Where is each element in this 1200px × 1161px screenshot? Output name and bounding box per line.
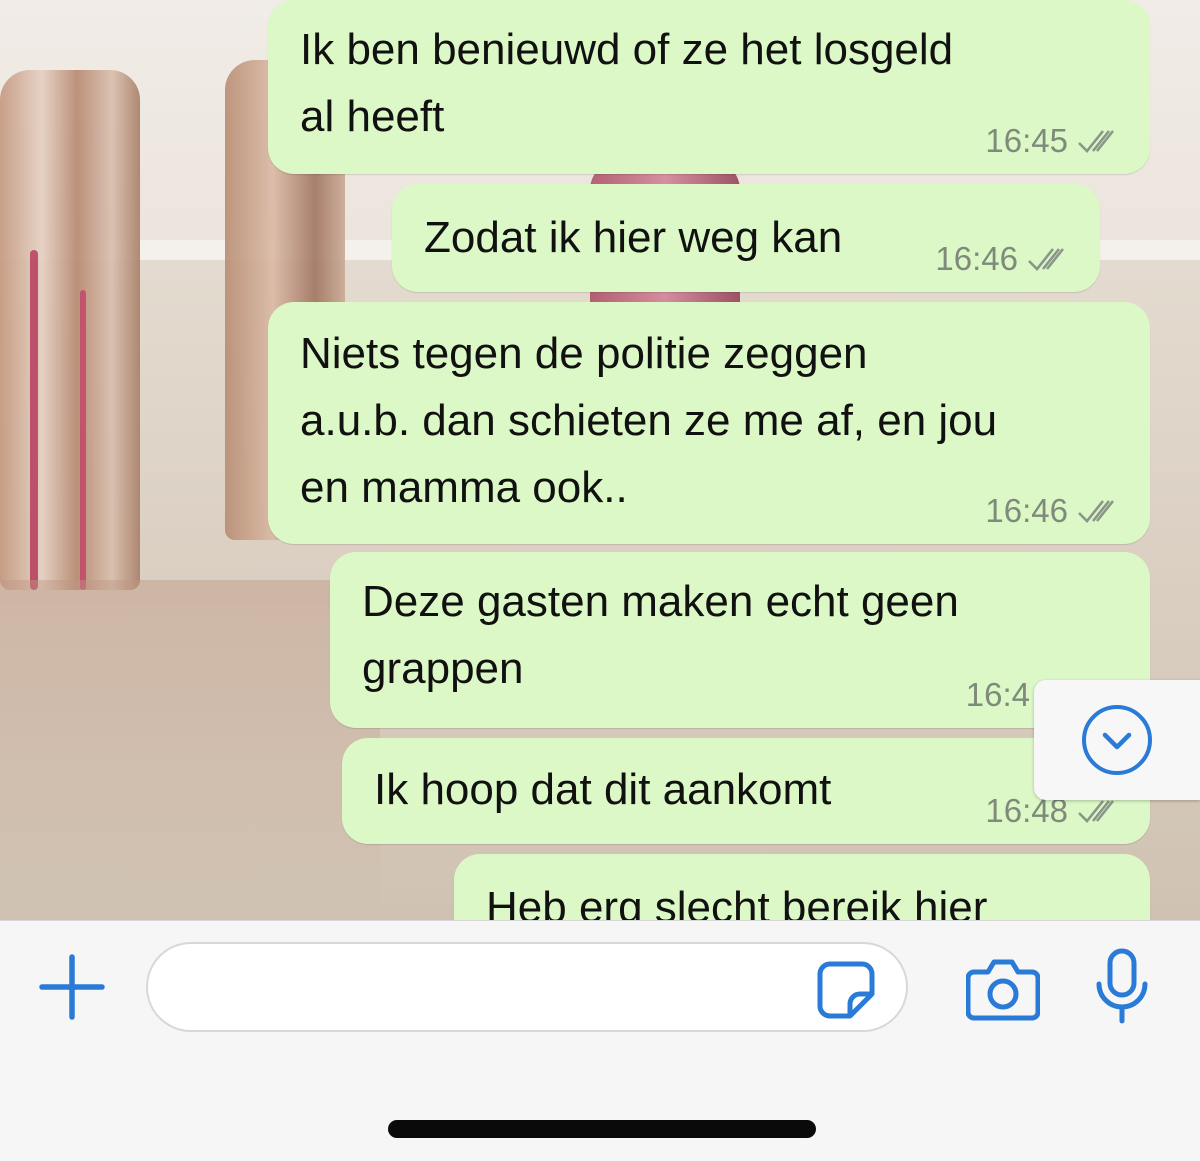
wallpaper-stripe (80, 290, 86, 590)
plus-icon[interactable] (38, 953, 106, 1021)
message-time: 16:45 (985, 122, 1068, 159)
home-indicator[interactable] (388, 1120, 816, 1138)
message-text: Ik hoop dat dit aankomt (374, 765, 832, 814)
chat-area[interactable]: Ik ben benieuwd of ze het losgeld al hee… (0, 0, 1200, 920)
message-bubble[interactable]: Ik ben benieuwd of ze het losgeld al hee… (268, 0, 1150, 174)
message-text: Heb erg slecht bereik hier (486, 883, 988, 920)
wallpaper-reflection (0, 580, 380, 920)
double-check-icon (1078, 500, 1115, 523)
message-time: 16:46 (935, 240, 1018, 277)
message-meta: 16:46 (935, 240, 1072, 278)
sticker-icon[interactable] (816, 960, 876, 1020)
message-meta: 16:45 (985, 122, 1122, 160)
camera-icon[interactable] (966, 956, 1040, 1022)
message-bubble[interactable]: Niets tegen de politie zeggen a.u.b. dan… (268, 302, 1150, 544)
scroll-to-bottom-button[interactable] (1034, 680, 1200, 800)
message-time: 16:4 (965, 676, 1030, 713)
message-bubble[interactable]: Zodat ik hier weg kan 16:46 (392, 184, 1100, 292)
wallpaper-statue-leg (0, 70, 140, 590)
message-meta: 16:4 (966, 676, 1030, 714)
chevron-down-icon (1082, 705, 1152, 775)
microphone-icon[interactable] (1094, 948, 1150, 1024)
message-bubble[interactable]: Ik hoop dat dit aankomt 16:48 (342, 738, 1150, 844)
double-check-icon (1028, 248, 1065, 271)
message-meta: 16:46 (985, 492, 1122, 530)
message-text: Zodat ik hier weg kan (424, 213, 843, 262)
wallpaper-stripe (30, 250, 38, 590)
message-bubble[interactable]: Heb erg slecht bereik hier (454, 854, 1150, 920)
message-text: Niets tegen de politie zeggen a.u.b. dan… (300, 329, 998, 512)
message-bubble[interactable]: Deze gasten maken echt geen grappen 16:4 (330, 552, 1150, 728)
double-check-icon (1078, 130, 1115, 153)
message-time: 16:46 (985, 492, 1068, 529)
message-input[interactable] (146, 942, 908, 1032)
double-check-icon (1078, 800, 1115, 823)
